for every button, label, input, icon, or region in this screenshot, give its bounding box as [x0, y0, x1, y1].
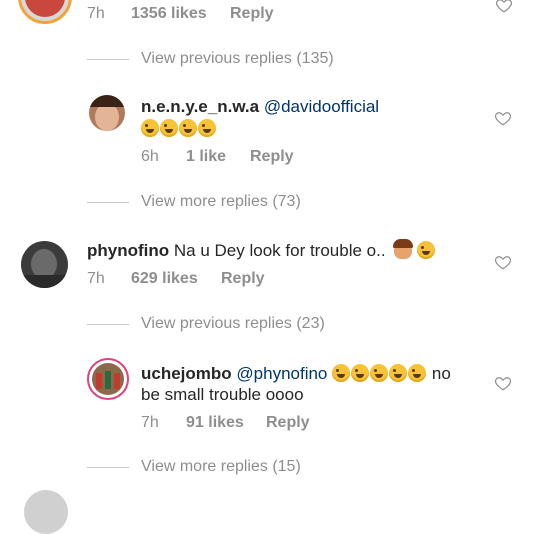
like-count[interactable]: 1356 likes — [131, 5, 207, 22]
rolling-on-floor-laughing-emoji — [160, 119, 178, 137]
comment-text: phynofino Na u Dey look for trouble o.. — [87, 239, 436, 262]
comment-body: no — [431, 364, 451, 383]
rolling-on-floor-laughing-emoji — [389, 364, 408, 382]
view-more-replies[interactable]: View more replies (15) — [141, 458, 301, 476]
comment-body-line2: be small trouble oooo — [141, 385, 304, 404]
heart-icon[interactable] — [495, 0, 513, 14]
reply-button[interactable]: Reply — [221, 270, 265, 287]
view-previous-replies[interactable]: View previous replies (23) — [141, 315, 325, 333]
comment-text: n.e.n.y.e_n.w.a @davidoofficial — [141, 96, 379, 118]
view-previous-replies[interactable]: View previous replies (135) — [141, 50, 334, 68]
comment-time: 6h — [141, 148, 159, 165]
avatar[interactable] — [24, 490, 68, 534]
rolling-on-floor-laughing-emoji — [370, 364, 389, 382]
rolling-on-floor-laughing-emoji — [351, 364, 370, 382]
divider — [87, 324, 129, 325]
grinning-squinting-emoji — [417, 241, 436, 259]
emoji-group — [141, 119, 217, 139]
avatar[interactable] — [87, 358, 129, 400]
reply-button[interactable]: Reply — [250, 148, 294, 165]
woman-tipping-hand-emoji — [393, 239, 414, 259]
rolling-on-floor-laughing-emoji — [332, 364, 351, 382]
comment-time: 7h — [87, 270, 105, 287]
username[interactable]: n.e.n.y.e_n.w.a — [141, 97, 259, 116]
mention-link[interactable]: @davidoofficial — [264, 97, 379, 116]
comment-text: uchejombo @phynofino no — [141, 363, 451, 385]
rolling-on-floor-laughing-emoji — [408, 364, 427, 382]
divider — [87, 202, 129, 203]
rolling-on-floor-laughing-emoji — [179, 119, 197, 137]
mention-link[interactable]: @phynofino — [236, 364, 327, 383]
heart-icon[interactable] — [494, 109, 512, 127]
avatar[interactable] — [21, 241, 68, 288]
divider — [87, 59, 129, 60]
username[interactable]: uchejombo — [141, 364, 232, 383]
like-count[interactable]: 629 likes — [131, 270, 198, 287]
heart-icon[interactable] — [494, 374, 512, 392]
comment-time: 7h — [141, 414, 159, 431]
comment-body: Na u Dey look for trouble o.. — [173, 241, 386, 260]
like-count[interactable]: 1 like — [186, 148, 226, 165]
divider — [87, 467, 129, 468]
rolling-on-floor-laughing-emoji — [198, 119, 216, 137]
view-more-replies[interactable]: View more replies (73) — [141, 193, 301, 211]
avatar[interactable] — [89, 95, 125, 131]
rolling-on-floor-laughing-emoji — [141, 119, 159, 137]
avatar[interactable] — [18, 0, 72, 24]
username[interactable]: phynofino — [87, 241, 169, 260]
reply-button[interactable]: Reply — [266, 414, 310, 431]
heart-icon[interactable] — [494, 253, 512, 271]
comment-time: 7h — [87, 5, 105, 22]
like-count[interactable]: 91 likes — [186, 414, 244, 431]
reply-button[interactable]: Reply — [230, 5, 274, 22]
